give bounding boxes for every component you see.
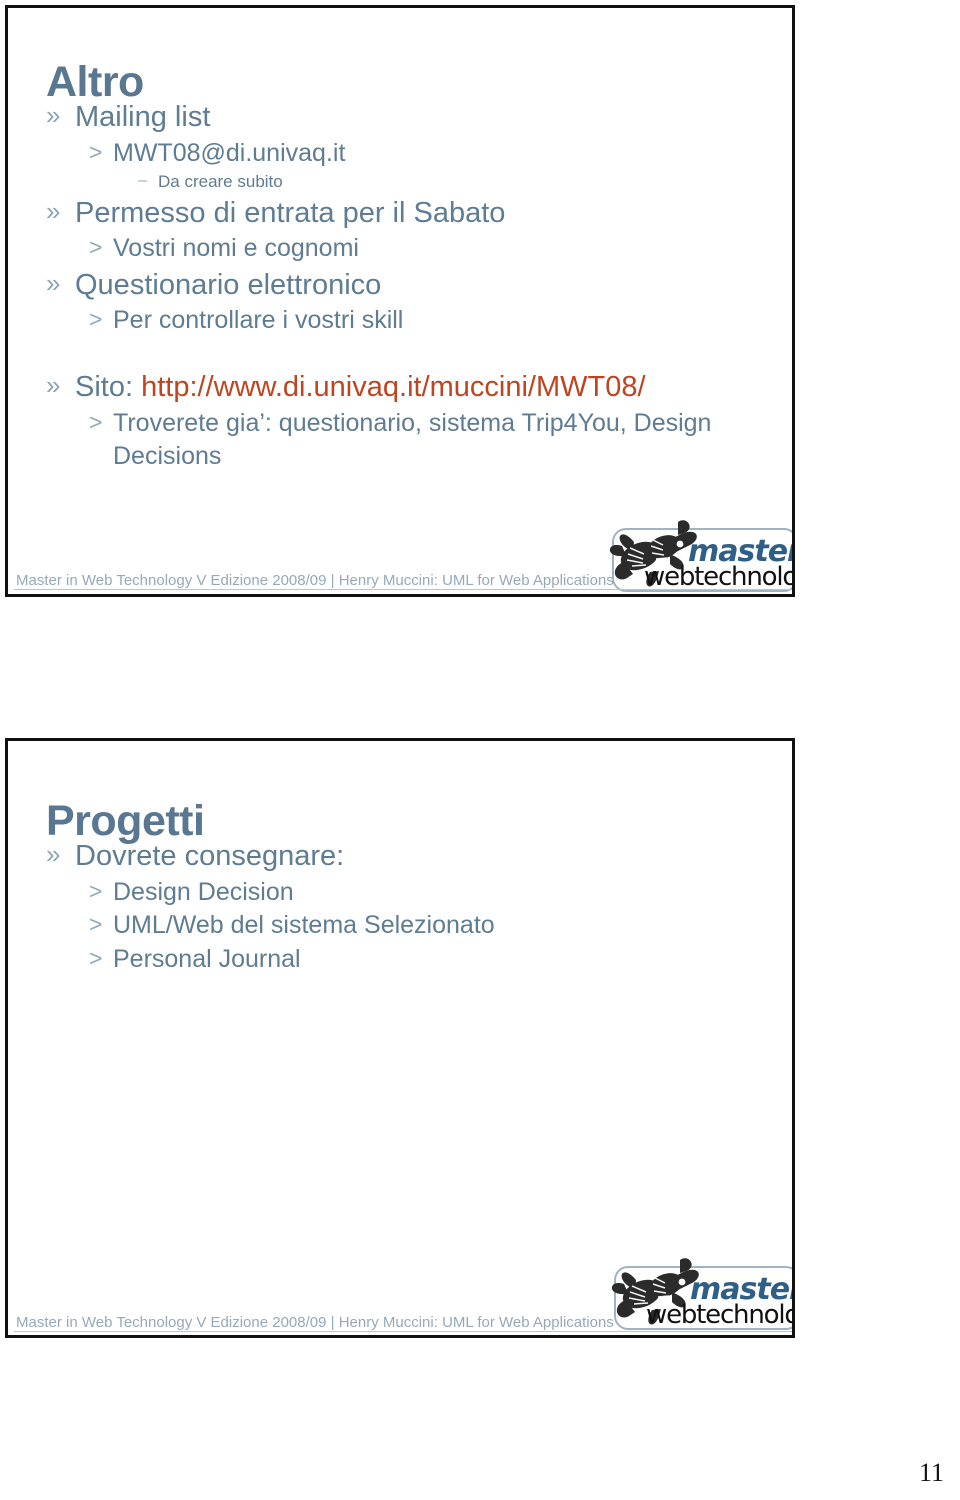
list-item-label: UML/Web del sistema Selezionato [113, 911, 495, 940]
site-label: Sito: [75, 370, 142, 403]
bullet-marker-level1: » [46, 100, 61, 130]
list-item-label: Questionario elettronico [75, 268, 382, 301]
logo-brand-webtechnology: webtechnology [646, 1300, 792, 1330]
list-item: > Per controllare i vostri skill [89, 304, 772, 338]
footer-divider [14, 589, 792, 590]
bullet-marker-level2: > [89, 306, 103, 333]
list-item: > Vostri nomi e cognomi [89, 232, 772, 266]
list-item: > Personal Journal [89, 943, 772, 977]
list-item-site: » Sito: http://www.di.univaq.it/muccini/… [46, 368, 772, 407]
list-item-label: Permesso di entrata per il Sabato [75, 196, 506, 229]
bullet-marker-level2: > [89, 911, 103, 938]
master-webtechnology-logo: master webtechnology [611, 1258, 792, 1330]
site-line: Sito: http://www.di.univaq.it/muccini/MW… [75, 368, 646, 407]
footer-divider [14, 1331, 792, 1332]
bullet-list-slide-1: » Mailing list > MWT08@di.univaq.it – Da… [46, 98, 772, 474]
bullet-marker-level2: > [89, 408, 103, 435]
bullet-marker-level2: > [89, 944, 103, 971]
list-item-label: Da creare subito [158, 172, 283, 192]
list-item-label: Personal Journal [113, 944, 301, 973]
list-item: » Permesso di entrata per il Sabato [46, 194, 772, 233]
list-item: » Questionario elettronico [46, 266, 772, 305]
list-item-label: Dovrete consegnare: [75, 840, 345, 872]
bullet-marker-level1: » [46, 369, 61, 400]
list-item-label: Design Decision [113, 877, 294, 906]
slide-progetti: Progetti » Dovrete consegnare: > Design … [5, 738, 795, 1338]
bullet-list-slide-2: » Dovrete consegnare: > Design Decision … [46, 837, 772, 976]
list-item: » Mailing list [46, 98, 772, 137]
list-item-label: Per controllare i vostri skill [113, 306, 404, 335]
page-number: 11 [918, 1458, 944, 1487]
list-item: > MWT08@di.univaq.it [89, 137, 772, 171]
list-item-label: Troverete gia’: questionario, sistema Tr… [113, 408, 712, 471]
site-url-link[interactable]: http://www.di.univaq.it/muccini/MWT08/ [141, 371, 645, 403]
bullet-marker-level3: – [138, 172, 147, 190]
list-item-label: Mailing list [75, 101, 211, 133]
bullet-marker-level1: » [46, 267, 61, 298]
mailing-list-address: MWT08@di.univaq.it [113, 138, 346, 167]
logo-brand-webtechnology: webtechnology [644, 562, 795, 592]
list-item: – Da creare subito [138, 170, 772, 194]
bullet-marker-level2: > [89, 234, 103, 261]
bullet-marker-level1: » [46, 195, 61, 226]
slide-altro: Altro » Mailing list > MWT08@di.univaq.i… [5, 5, 795, 597]
bullet-marker-level2: > [89, 877, 103, 904]
bullet-marker-level2: > [89, 138, 103, 165]
list-item: > UML/Web del sistema Selezionato [89, 909, 772, 943]
list-item: » Dovrete consegnare: [46, 837, 772, 876]
list-item: > Troverete gia’: questionario, sistema … [89, 407, 772, 474]
list-item-label: Vostri nomi e cognomi [113, 234, 359, 263]
list-item: > Design Decision [89, 876, 772, 910]
master-webtechnology-logo: master webtechnology [609, 520, 795, 592]
slide-footer: Master in Web Technology V Edizione 2008… [16, 572, 614, 589]
bullet-marker-level1: » [46, 839, 61, 869]
slide-footer: Master in Web Technology V Edizione 2008… [16, 1314, 614, 1331]
slide-deck-page: Altro » Mailing list > MWT08@di.univaq.i… [0, 0, 960, 1500]
